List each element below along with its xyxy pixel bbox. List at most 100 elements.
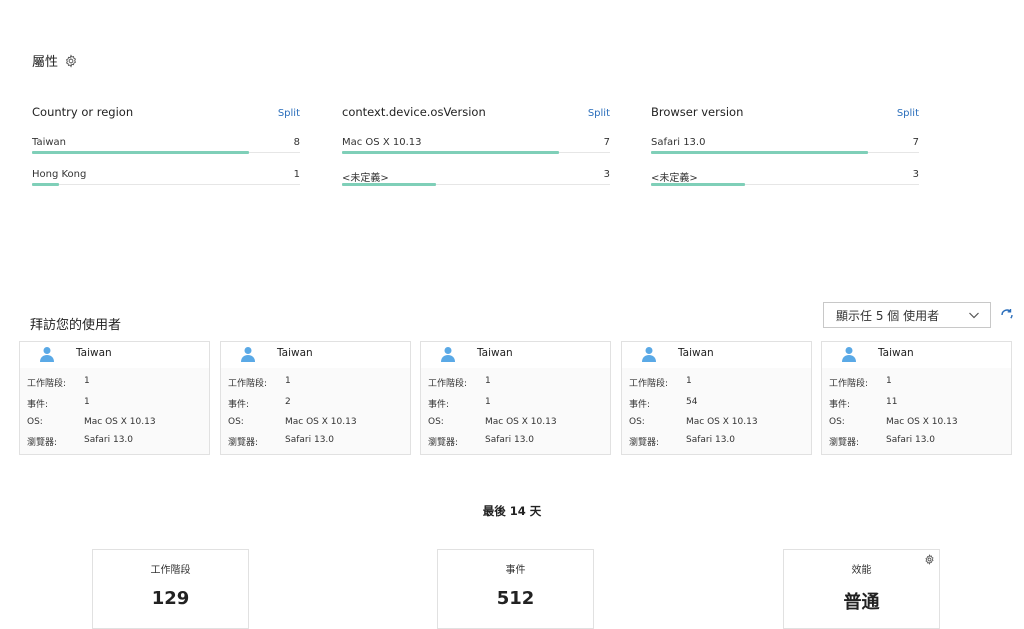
field-label-browser: 瀏覽器: [27, 438, 58, 448]
row-count: 3 [603, 169, 610, 180]
field-value-sessions: 1 [485, 376, 491, 386]
field-label-sessions: 工作階段: [829, 379, 869, 389]
field-label-sessions: 工作階段: [228, 379, 268, 389]
field-label-os: OS: [428, 417, 444, 427]
field-label-sessions: 工作階段: [27, 379, 67, 389]
split-button[interactable]: Split [588, 108, 610, 119]
kpi-label: 效能 [851, 565, 872, 576]
bar-fill [342, 151, 560, 154]
bar-track [32, 184, 300, 185]
column-title: Browser version [651, 105, 744, 119]
field-label-events: 事件: [228, 400, 250, 410]
row-count: 1 [293, 169, 300, 180]
users-section-title: 拜訪您的使用者 [30, 318, 122, 333]
row-label: Safari 13.0 [651, 137, 706, 148]
field-label-os: OS: [27, 417, 43, 427]
property-row[interactable]: <未定義> 3 [651, 169, 919, 191]
row-label: Hong Kong [32, 169, 87, 180]
field-value-os: Mac OS X 10.13 [84, 417, 156, 427]
user-name: Taiwan [477, 347, 513, 359]
user-name: Taiwan [76, 347, 112, 359]
field-label-events: 事件: [829, 400, 851, 410]
properties-title: 屬性 [32, 55, 59, 70]
user-card-header: Taiwan [421, 342, 610, 368]
kpi-card-events[interactable]: 事件 512 [437, 549, 594, 629]
field-value-browser: Safari 13.0 [84, 435, 134, 445]
split-button[interactable]: Split [278, 108, 300, 119]
property-column-browser-version: Browser version Split Safari 13.0 7 <未定義… [651, 103, 919, 186]
field-label-browser: 瀏覽器: [829, 438, 860, 448]
property-column-os-version: context.device.osVersion Split Mac OS X … [342, 103, 610, 186]
property-column-country: Country or region Split Taiwan 8 Hong Ko… [32, 103, 300, 186]
row-label: Taiwan [32, 137, 67, 148]
row-label: Mac OS X 10.13 [342, 137, 422, 148]
user-card-header: Taiwan [221, 342, 410, 368]
field-value-sessions: 1 [84, 376, 90, 386]
user-card[interactable]: Taiwan 工作階段: 1 事件: 1 OS: Mac OS X 10.13 … [420, 341, 611, 455]
field-value-events: 2 [285, 397, 291, 407]
user-card-header: Taiwan [822, 342, 1011, 368]
kpi-value: 512 [496, 588, 535, 609]
field-label-sessions: 工作階段: [629, 379, 669, 389]
user-icon [441, 346, 455, 362]
property-row[interactable]: Hong Kong 1 [32, 169, 300, 191]
field-label-os: OS: [829, 417, 845, 427]
column-title: Country or region [32, 105, 134, 119]
bar-fill [32, 183, 59, 186]
bar-fill [32, 151, 250, 154]
field-value-events: 54 [686, 397, 698, 407]
kpi-card-performance[interactable]: 效能 普通 [783, 549, 940, 629]
property-row[interactable]: Mac OS X 10.13 7 [342, 137, 610, 159]
row-count: 8 [293, 137, 300, 148]
field-value-browser: Safari 13.0 [686, 435, 736, 445]
refresh-icon[interactable] [999, 307, 1015, 323]
user-icon [241, 346, 255, 362]
field-label-os: OS: [228, 417, 244, 427]
field-value-sessions: 1 [285, 376, 291, 386]
user-card[interactable]: Taiwan 工作階段: 1 事件: 1 OS: Mac OS X 10.13 … [19, 341, 210, 455]
kpi-label: 事件 [505, 565, 526, 576]
field-value-browser: Safari 13.0 [886, 435, 936, 445]
gear-icon[interactable] [924, 554, 935, 565]
field-label-events: 事件: [629, 400, 651, 410]
user-name: Taiwan [878, 347, 914, 359]
kpi-value: 129 [151, 588, 190, 609]
field-label-os: OS: [629, 417, 645, 427]
user-name: Taiwan [678, 347, 714, 359]
bar-fill [651, 183, 745, 186]
row-label: <未定義> [342, 173, 389, 184]
user-icon [40, 346, 54, 362]
field-value-os: Mac OS X 10.13 [686, 417, 758, 427]
bar-fill [651, 151, 869, 154]
user-count-dropdown[interactable]: 顯示任 5 個 使用者 [823, 302, 991, 328]
user-icon [642, 346, 656, 362]
column-title: context.device.osVersion [342, 105, 486, 119]
user-card-header: Taiwan [20, 342, 209, 368]
field-value-events: 1 [84, 397, 90, 407]
property-row[interactable]: <未定義> 3 [342, 169, 610, 191]
user-card[interactable]: Taiwan 工作階段: 1 事件: 2 OS: Mac OS X 10.13 … [220, 341, 411, 455]
field-value-sessions: 1 [686, 376, 692, 386]
kpi-value: 普通 [843, 592, 880, 613]
kpi-card-sessions[interactable]: 工作階段 129 [92, 549, 249, 629]
field-label-browser: 瀏覽器: [629, 438, 660, 448]
chevron-down-icon [968, 309, 980, 321]
field-value-events: 11 [886, 397, 898, 407]
gear-icon[interactable] [64, 53, 78, 68]
kpi-label: 工作階段 [150, 565, 191, 576]
field-label-browser: 瀏覽器: [228, 438, 259, 448]
user-card[interactable]: Taiwan 工作階段: 1 事件: 11 OS: Mac OS X 10.13… [821, 341, 1012, 455]
summary-title: 最後 14 天 [482, 504, 542, 518]
split-button[interactable]: Split [897, 108, 919, 119]
field-value-browser: Safari 13.0 [485, 435, 535, 445]
user-card[interactable]: Taiwan 工作階段: 1 事件: 54 OS: Mac OS X 10.13… [621, 341, 812, 455]
property-row[interactable]: Taiwan 8 [32, 137, 300, 159]
properties-header: 屬性 [32, 51, 78, 70]
field-label-sessions: 工作階段: [428, 379, 468, 389]
dropdown-value: 顯示任 5 個 使用者 [836, 308, 940, 323]
user-icon [842, 346, 856, 362]
user-name: Taiwan [277, 347, 313, 359]
field-label-browser: 瀏覽器: [428, 438, 459, 448]
property-row[interactable]: Safari 13.0 7 [651, 137, 919, 159]
bar-fill [342, 183, 436, 186]
